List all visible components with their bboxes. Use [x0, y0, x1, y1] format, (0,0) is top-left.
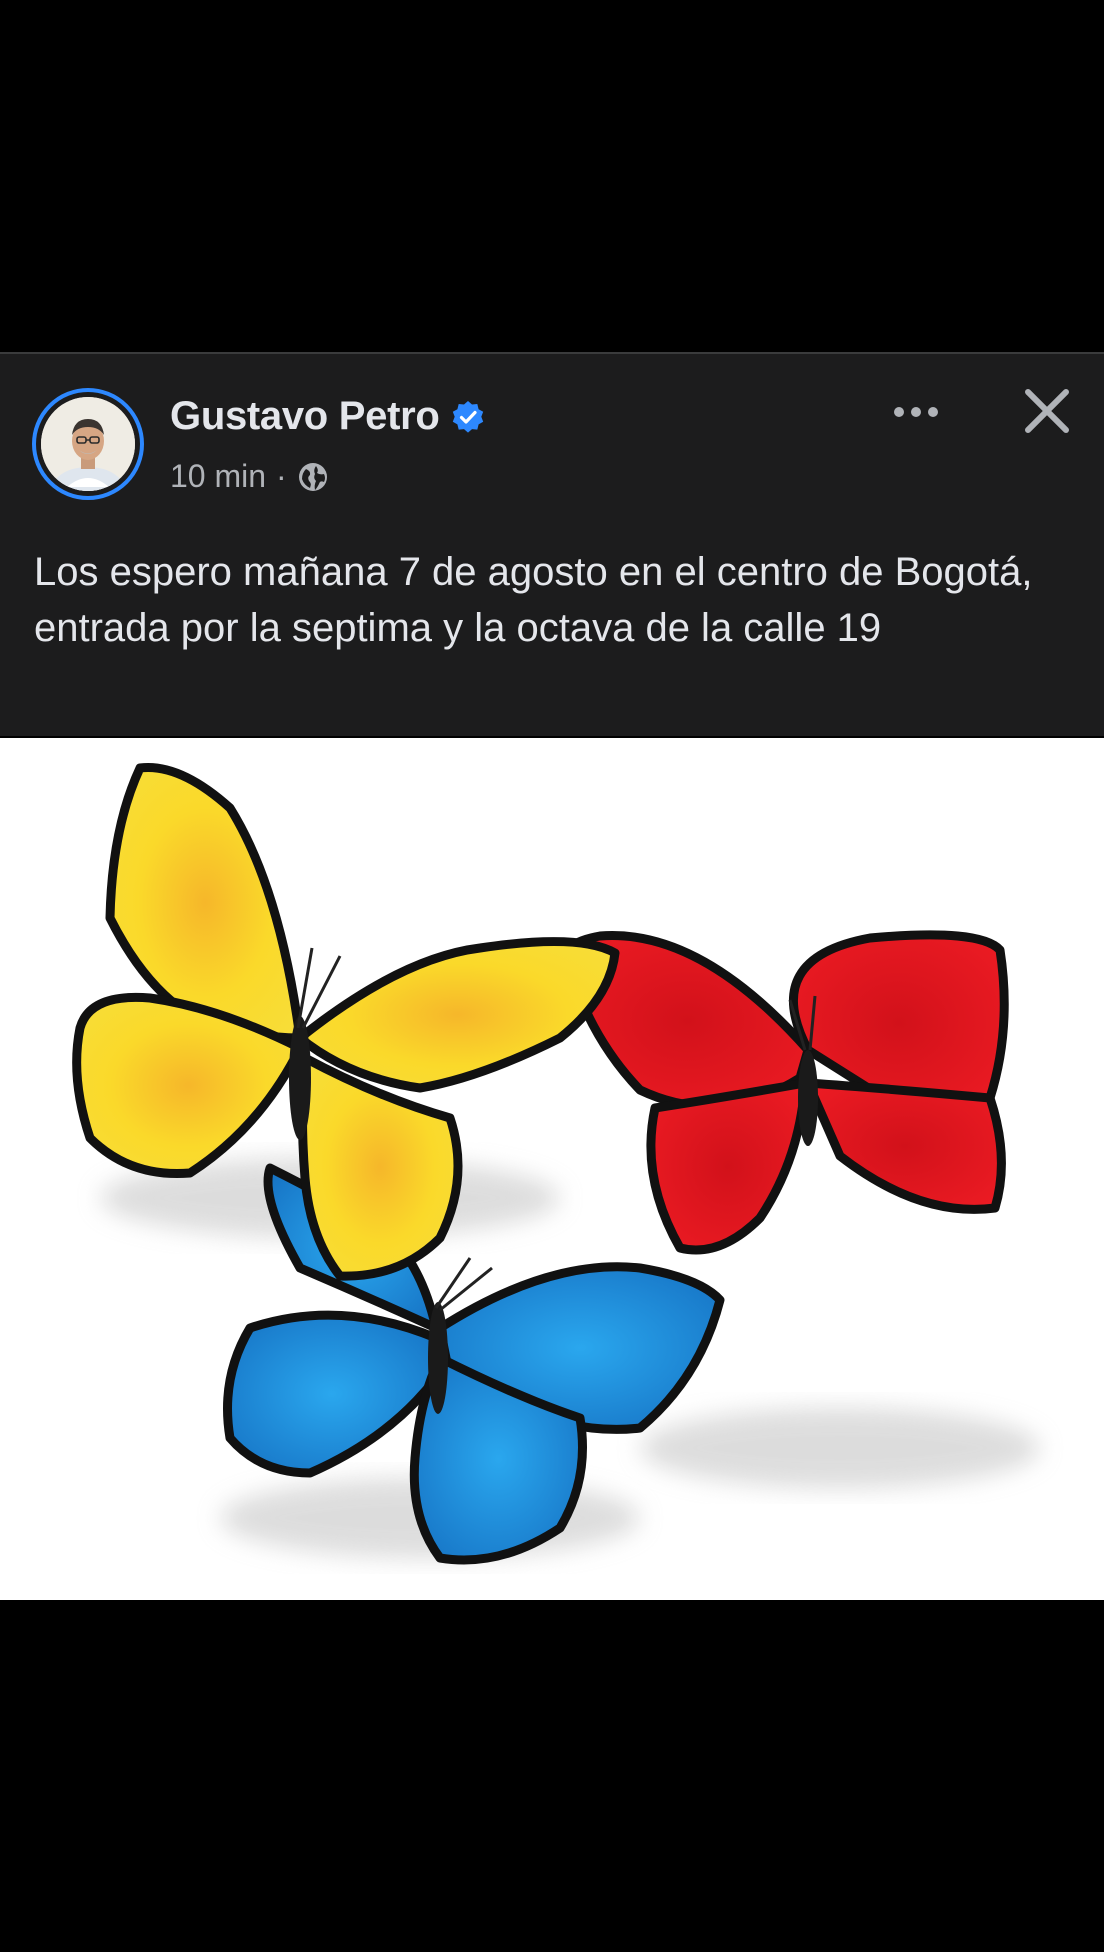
more-options-button[interactable] — [888, 392, 944, 432]
red-butterfly — [562, 930, 1009, 1255]
timestamp[interactable]: 10 min — [170, 458, 266, 495]
avatar-image — [41, 397, 135, 491]
author-name[interactable]: Gustavo Petro — [170, 394, 486, 439]
butterflies-image — [72, 763, 1040, 1565]
meta-separator: · — [276, 458, 287, 494]
close-button[interactable] — [1022, 386, 1072, 436]
post-meta: 10 min · — [170, 458, 329, 495]
post-image[interactable] — [0, 738, 1104, 1600]
author-avatar[interactable] — [32, 388, 144, 500]
post-text: Los espero mañana 7 de agosto en el cent… — [34, 550, 1033, 650]
red-butterfly-shadow — [640, 1408, 1040, 1488]
more-options-icon — [894, 407, 938, 417]
close-icon — [1025, 389, 1069, 433]
verified-badge-icon — [452, 400, 483, 433]
globe-icon — [298, 462, 327, 491]
screen: Gustavo Petro 10 min · Los espero mañana… — [0, 0, 1104, 1952]
author-name-text[interactable]: Gustavo Petro — [170, 394, 440, 439]
avatar-portrait — [41, 397, 135, 491]
